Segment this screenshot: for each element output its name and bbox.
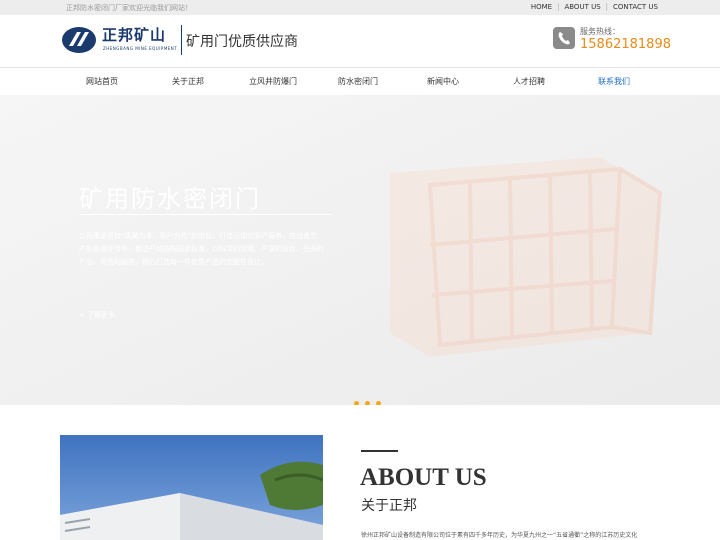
about-title-en: ABOUT US <box>360 464 487 491</box>
nav-item-news[interactable]: 新闻中心 <box>427 76 459 87</box>
top-bar: 正邦防水密闭门厂家欢迎光临我们网站！ HOME | ABOUT US | CONTACT… <box>0 0 720 15</box>
slogan: 矿用门优质供应商 <box>186 34 298 50</box>
hotline-label: 服务热线： <box>580 27 620 36</box>
logo-divider <box>181 25 182 55</box>
welcome-text: 正邦防水密闭门厂家欢迎光临我们网站！ <box>66 4 192 12</box>
learn-more-link[interactable]: + 了解更多 <box>79 310 115 320</box>
about-title-cn: 关于正邦 <box>361 498 417 514</box>
banner-description: 公司秉承坚持“质量为本、客户为先”的宗旨，打造迅捷的客户服务，在设备生产的各道环… <box>79 232 324 266</box>
nav-item-about[interactable]: 关于正邦 <box>172 76 204 87</box>
nav-item-careers[interactable]: 人才招聘 <box>513 76 545 87</box>
about-rule <box>361 450 398 452</box>
nav-item-waterproof-door[interactable]: 防水密闭门 <box>338 76 378 87</box>
banner-divider <box>79 214 332 215</box>
contact-us-link[interactable]: CONTACT US <box>613 3 658 11</box>
about-intro: 徐州正邦矿山设备制造有限公司位于素有四千多年历史，为华夏九州之一“五省通衢”之称… <box>361 532 638 539</box>
about-photo <box>60 435 323 540</box>
slider-dot-2[interactable] <box>365 401 370 405</box>
nav-item-home[interactable]: 网站首页 <box>86 76 118 87</box>
banner-title: 矿用防水密闭门 <box>79 185 261 213</box>
slider-dot-3[interactable] <box>376 401 381 405</box>
logo-icon[interactable] <box>61 26 97 54</box>
main-nav: 网站首页 关于正邦 立风井防爆门 防水密闭门 新闻中心 人才招聘 联系我们 <box>0 67 720 95</box>
nav-item-explosion-door[interactable]: 立风井防爆门 <box>249 76 297 87</box>
logo-text[interactable]: 正邦矿山 <box>102 24 166 45</box>
about-us-link[interactable]: ABOUT US <box>564 3 600 11</box>
slider-dots <box>354 391 387 405</box>
hotline-number: 15862181898 <box>580 37 671 52</box>
slider-dot-1[interactable] <box>354 401 359 405</box>
nav-item-contact[interactable]: 联系我们 <box>598 76 630 87</box>
hero-banner: 矿用防水密闭门 公司秉承坚持“质量为本、客户为先”的宗旨，打造迅捷的客户服务，在… <box>0 95 720 405</box>
top-links: HOME | ABOUT US | CONTACT US <box>530 3 658 11</box>
phone-icon <box>553 27 575 49</box>
logo-subtext: ZHENGBANG MINE EQUIPMENT <box>103 46 178 51</box>
site-header: 正邦矿山 ZHENGBANG MINE EQUIPMENT 矿用门优质供应商 服… <box>0 15 720 67</box>
home-link[interactable]: HOME <box>531 3 552 11</box>
